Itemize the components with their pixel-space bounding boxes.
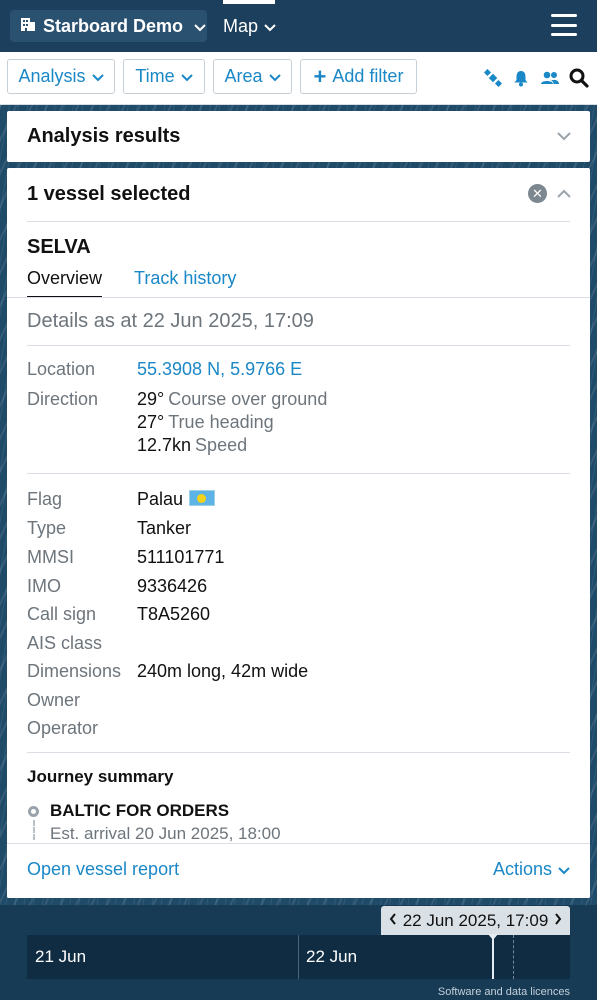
- tab-overview[interactable]: Overview: [27, 268, 103, 298]
- next-time-icon[interactable]: [554, 912, 562, 930]
- active-tab-indicator: [223, 0, 275, 4]
- plus-icon: +: [313, 63, 327, 89]
- dimensions-value: 240m long, 42m wide: [137, 661, 309, 681]
- time-filter-label: Time: [135, 66, 175, 86]
- area-filter-button[interactable]: Area: [213, 59, 292, 94]
- flag-country: Palau: [137, 489, 184, 509]
- vessel-panel-header[interactable]: 1 vessel selected ✕: [7, 168, 590, 221]
- chevron-down-icon[interactable]: [556, 128, 572, 146]
- journey-destination: BALTIC FOR ORDERS: [50, 801, 230, 820]
- vessel-name: SELVA: [27, 236, 91, 258]
- vessel-selected-title: 1 vessel selected: [27, 183, 191, 205]
- vessel-tabs: Overview Track history: [7, 268, 590, 298]
- timeline-future-boundary: [513, 935, 514, 979]
- call-sign-label: Call sign: [27, 604, 97, 624]
- owner-label: Owner: [27, 690, 81, 710]
- users-icon[interactable]: [540, 69, 560, 87]
- chevron-down-icon: [264, 16, 276, 37]
- actions-button[interactable]: Actions: [493, 859, 570, 880]
- divider: [27, 752, 570, 753]
- analysis-results-panel[interactable]: Analysis results: [7, 111, 590, 162]
- add-filter-button[interactable]: + Add filter: [300, 59, 417, 94]
- dimensions-label: Dimensions: [27, 661, 122, 681]
- timeline-day: 22 Jun: [306, 947, 358, 966]
- chevron-down-icon: [180, 66, 193, 87]
- current-time-control: 22 Jun 2025, 17:09: [381, 906, 570, 936]
- timeline-day: 21 Jun: [35, 947, 87, 966]
- tab-track-history[interactable]: Track history: [134, 268, 236, 298]
- speed: 12.7kn Speed: [137, 435, 247, 456]
- heading-label: True heading: [168, 412, 274, 432]
- mmsi-value: 511101771: [137, 547, 225, 567]
- chevron-down-icon: [91, 66, 104, 87]
- actions-label: Actions: [492, 859, 552, 879]
- chevron-down-icon: [194, 16, 206, 37]
- vessel-panel-footer: Open vessel report Actions: [7, 843, 590, 898]
- clear-selection-icon[interactable]: ✕: [528, 184, 547, 203]
- course-over-ground: 29° Course over ground: [137, 389, 327, 410]
- vessel-panel: 1 vessel selected ✕ SELVA Overview Track…: [7, 168, 590, 898]
- speed-label: Speed: [195, 435, 248, 455]
- heading-value: 27°: [137, 412, 165, 432]
- divider: [27, 221, 570, 222]
- org-name: Starboard Demo: [43, 15, 184, 36]
- palau-flag-icon: [189, 490, 216, 506]
- map-tab-label: Map: [223, 15, 259, 36]
- licences-link[interactable]: Software and data licences: [438, 986, 570, 998]
- add-filter-label: Add filter: [332, 66, 404, 86]
- bell-icon[interactable]: [513, 69, 531, 87]
- top-nav: Starboard Demo Map: [0, 0, 597, 52]
- direction-label: Direction: [27, 389, 99, 409]
- operator-label: Operator: [27, 718, 99, 738]
- previous-time-icon[interactable]: [389, 912, 397, 930]
- analysis-filter-button[interactable]: Analysis: [7, 59, 115, 94]
- speed-value: 12.7kn: [137, 435, 192, 455]
- org-switcher[interactable]: Starboard Demo: [10, 10, 207, 42]
- call-sign-value: T8A5260: [137, 604, 211, 624]
- analysis-filter-label: Analysis: [18, 66, 86, 86]
- search-icon[interactable]: [569, 68, 589, 88]
- chevron-down-icon: [268, 66, 281, 87]
- building-icon: [20, 16, 36, 37]
- chevron-down-icon: [558, 859, 570, 880]
- divider: [27, 473, 570, 474]
- timeline-day-divider: [298, 935, 299, 979]
- current-time[interactable]: 22 Jun 2025, 17:09: [403, 911, 549, 931]
- imo-label: IMO: [27, 576, 61, 596]
- time-filter-button[interactable]: Time: [123, 59, 205, 94]
- open-vessel-report-link[interactable]: Open vessel report: [27, 859, 179, 880]
- timeline-now-marker[interactable]: [488, 934, 498, 979]
- journey-summary-title: Journey summary: [27, 767, 174, 786]
- imo-value: 9336426: [137, 576, 208, 596]
- timeline-track[interactable]: 21 Jun 22 Jun: [27, 934, 570, 979]
- type-value: Tanker: [137, 518, 192, 538]
- satellite-icon[interactable]: [483, 68, 503, 88]
- flag-value: Palau: [137, 489, 216, 510]
- chevron-up-icon[interactable]: [556, 186, 572, 204]
- menu-icon[interactable]: [551, 14, 577, 36]
- journey-connector: [33, 820, 35, 840]
- true-heading: 27° True heading: [137, 412, 274, 433]
- tabs-divider: [7, 297, 590, 298]
- divider: [27, 345, 570, 346]
- course-label: Course over ground: [168, 389, 328, 409]
- tab-map[interactable]: Map: [223, 0, 277, 52]
- details-timestamp: Details as at 22 Jun 2025, 17:09: [27, 310, 314, 332]
- location-label: Location: [27, 359, 96, 379]
- flag-label: Flag: [27, 489, 63, 509]
- area-filter-label: Area: [224, 66, 263, 86]
- type-label: Type: [27, 518, 67, 538]
- course-value: 29°: [137, 389, 165, 409]
- journey-origin-dot-icon: [28, 806, 39, 817]
- analysis-results-title: Analysis results: [27, 125, 181, 147]
- journey-eta: Est. arrival 20 Jun 2025, 18:00: [50, 824, 281, 843]
- location-link[interactable]: 55.3908 N, 5.9766 E: [137, 359, 302, 380]
- filter-bar: Analysis Time Area + Add filter: [0, 52, 597, 105]
- mmsi-label: MMSI: [27, 547, 74, 567]
- ais-class-label: AIS class: [27, 633, 103, 653]
